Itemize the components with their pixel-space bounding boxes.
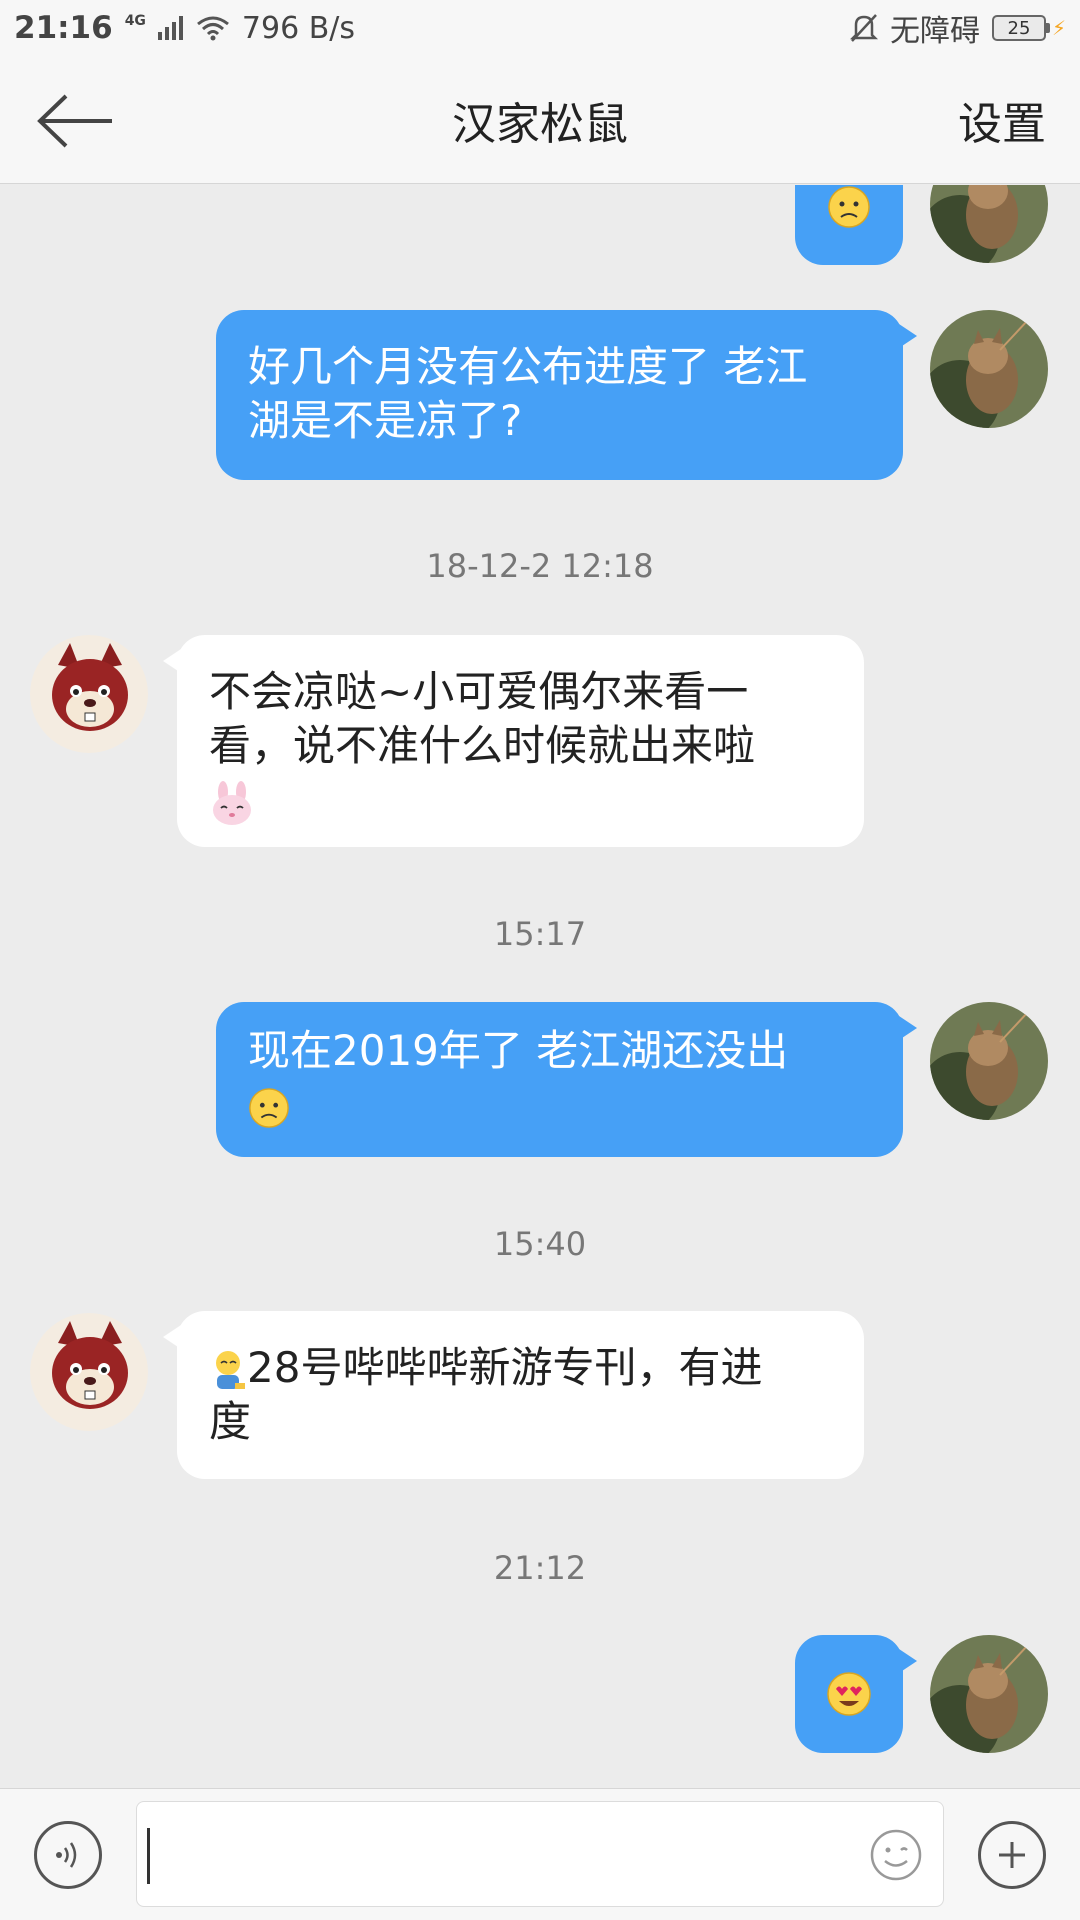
plus-icon: [999, 1842, 1025, 1868]
timestamp: 21:12: [493, 1549, 587, 1587]
accessibility-label: 无障碍: [889, 14, 980, 49]
message-bubble-self[interactable]: 现在2019年了 老江湖还没出: [216, 1002, 917, 1157]
message-bubble-self[interactable]: [795, 185, 903, 265]
avatar-self[interactable]: [930, 310, 1048, 428]
message-text: 度: [209, 1397, 252, 1446]
voice-icon: [56, 1842, 77, 1868]
message-input[interactable]: [136, 1801, 944, 1907]
sleepy-emoji-icon: [216, 1350, 245, 1389]
smiley-icon[interactable]: [869, 1828, 923, 1882]
message-text: 现在2019年了 老江湖还没出: [248, 1026, 789, 1075]
avatar-self[interactable]: [930, 185, 1048, 263]
message-bubble-self[interactable]: [795, 1635, 917, 1753]
settings-button[interactable]: 设置: [958, 56, 1046, 184]
plus-button[interactable]: [978, 1821, 1046, 1889]
message-bubble-other[interactable]: 不会凉哒~小可爱偶尔来看一 看，说不准什么时候就出来啦: [163, 635, 864, 847]
chat-list[interactable]: 好几个月没有公布进度了 老江 湖是不是凉了? 18-12-2 12:18 不会凉…: [0, 185, 1080, 1788]
avatar-self[interactable]: [930, 1635, 1048, 1753]
message-text: 看，说不准什么时候就出来啦: [209, 721, 756, 770]
mute-bell-icon: [849, 14, 878, 42]
message-text: 好几个月没有公布进度了 老江: [248, 342, 808, 391]
message-text: 湖是不是凉了?: [248, 396, 523, 445]
signal-icon: [157, 16, 183, 40]
message-bubble-self[interactable]: 好几个月没有公布进度了 老江 湖是不是凉了?: [216, 310, 917, 480]
avatar-self[interactable]: [930, 1002, 1048, 1120]
avatar-other[interactable]: [30, 635, 148, 753]
network-speed: 796 B/s: [241, 10, 356, 46]
network-type: 4G: [124, 13, 146, 29]
wifi-icon: [196, 16, 229, 41]
sad-emoji-icon: [249, 1087, 289, 1128]
message-text: 28号哔哔哔新游专刊，有进: [247, 1343, 763, 1392]
status-bar: 21:16 4G 796 B/s 无障碍 25 ⚡: [0, 0, 1080, 56]
message-text: 不会凉哒~小可爱偶尔来看一: [209, 667, 749, 716]
sad-emoji-icon: [828, 186, 870, 228]
timestamp: 15:40: [493, 1225, 587, 1263]
timestamp: 15:17: [493, 915, 587, 953]
status-time: 21:16: [14, 10, 113, 46]
input-bar: [0, 1788, 1080, 1920]
battery-level: 25: [991, 15, 1046, 41]
battery-icon: 25 ⚡: [991, 15, 1066, 41]
bunny-emoji-icon: [213, 780, 251, 825]
arrow-left-icon: [37, 94, 112, 148]
voice-button[interactable]: [34, 1821, 102, 1889]
page-title: 汉家松鼠: [452, 99, 628, 150]
text-caret: [147, 1828, 150, 1884]
heart-eyes-emoji-icon: [827, 1672, 871, 1716]
back-button[interactable]: [36, 86, 126, 156]
avatar-other[interactable]: [30, 1313, 148, 1431]
app-header: 汉家松鼠 设置: [0, 56, 1080, 184]
timestamp: 18-12-2 12:18: [426, 547, 654, 585]
message-bubble-other[interactable]: 28号哔哔哔新游专刊，有进 度: [163, 1311, 864, 1479]
